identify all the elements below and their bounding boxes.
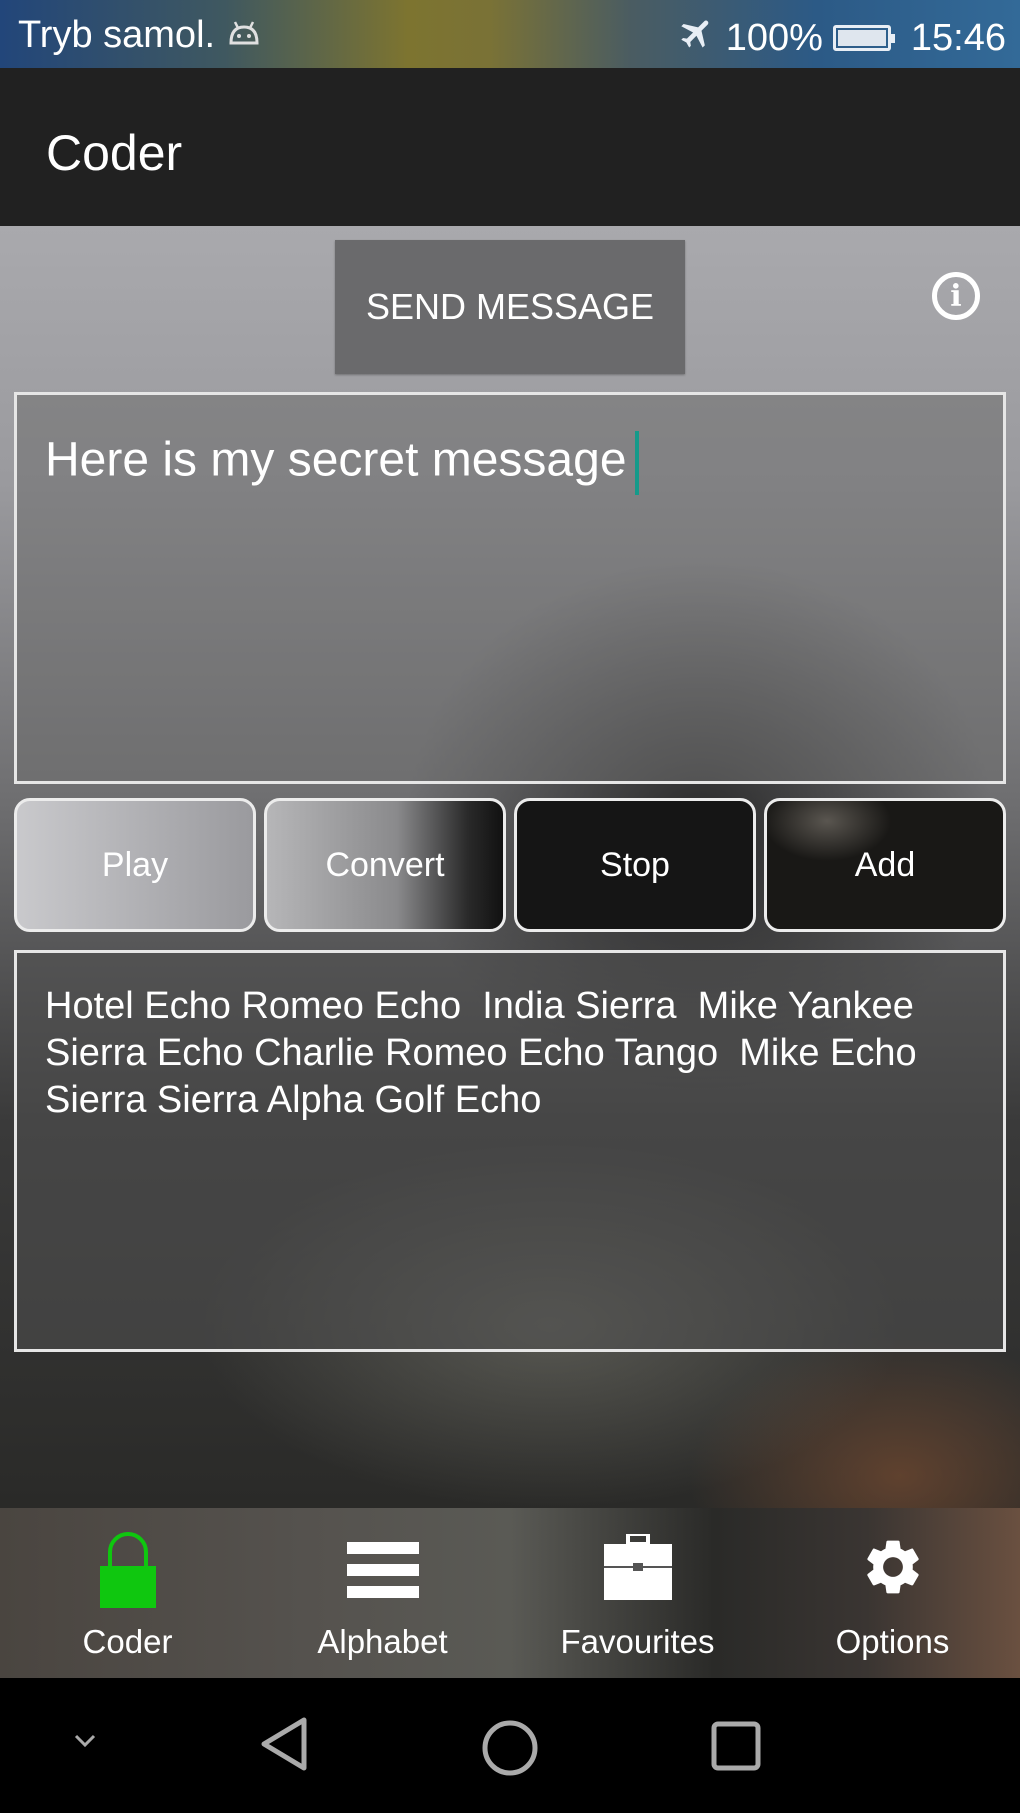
action-buttons: Play Convert Stop Add <box>14 798 1006 932</box>
add-button[interactable]: Add <box>764 798 1006 932</box>
battery-icon <box>832 25 895 51</box>
gear-icon <box>860 1534 926 1605</box>
nav-label-favourites: Favourites <box>560 1623 715 1660</box>
nav-item-alphabet[interactable]: Alphabet <box>255 1508 510 1678</box>
text-cursor <box>634 431 639 495</box>
converted-output[interactable]: Hotel Echo Romeo Echo India Sierra Mike … <box>14 950 1006 1352</box>
chevron-down-icon[interactable] <box>68 1730 102 1757</box>
home-icon[interactable] <box>480 1718 540 1783</box>
message-input-text: Here is my secret message <box>45 433 627 487</box>
converted-output-text: Hotel Echo Romeo Echo India Sierra Mike … <box>45 985 917 1121</box>
menu-icon <box>346 1542 419 1603</box>
coder-screen: SEND MESSAGE i Here is my secret message… <box>0 226 1020 1508</box>
send-message-button[interactable]: SEND MESSAGE <box>335 240 685 374</box>
system-navigation-bar <box>0 1678 1020 1813</box>
android-icon <box>225 14 263 57</box>
nav-item-options[interactable]: Options <box>765 1508 1020 1678</box>
bottom-navigation: Coder Alphabet Favourites Options <box>0 1508 1020 1678</box>
stop-button[interactable]: Stop <box>514 798 756 932</box>
nav-item-favourites[interactable]: Favourites <box>510 1508 765 1678</box>
back-icon[interactable] <box>258 1716 310 1777</box>
app-bar: Coder <box>0 68 1020 226</box>
clock: 15:46 <box>910 16 1006 59</box>
nav-item-coder[interactable]: Coder <box>0 1508 255 1678</box>
app-title: Coder <box>46 125 183 181</box>
recents-icon[interactable] <box>710 1720 762 1777</box>
airplane-icon <box>678 14 716 62</box>
info-icon[interactable]: i <box>932 272 980 320</box>
status-bar: Tryb samol. 100% 15:46 <box>0 0 1020 68</box>
lock-icon <box>98 1530 158 1615</box>
battery-percent: 100% <box>725 16 823 59</box>
nav-label-coder: Coder <box>82 1623 173 1660</box>
airplane-mode-text: Tryb samol. <box>18 14 216 56</box>
play-button[interactable]: Play <box>14 798 256 932</box>
nav-label-alphabet: Alphabet <box>317 1623 448 1660</box>
message-input[interactable]: Here is my secret message <box>14 392 1006 784</box>
convert-button[interactable]: Convert <box>264 798 506 932</box>
briefcase-icon <box>602 1532 674 1605</box>
nav-label-options: Options <box>835 1623 950 1660</box>
